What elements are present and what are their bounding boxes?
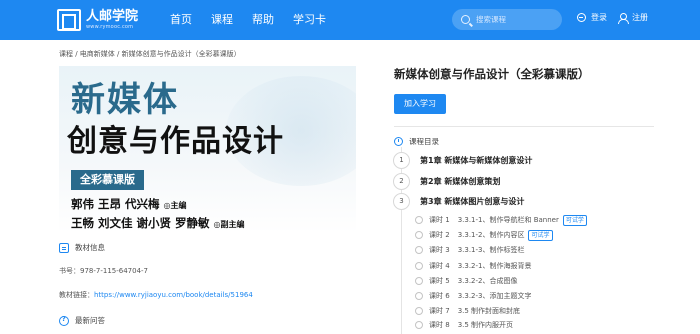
lesson-status-icon — [415, 307, 423, 315]
lesson-index: 课时 4 — [429, 262, 450, 270]
nav-help[interactable]: 帮助 — [252, 0, 274, 40]
lesson-item[interactable]: 课时 2 3.3.1-2、制作内容区 可试学 — [415, 228, 553, 242]
divider — [394, 126, 654, 127]
question-icon — [59, 315, 69, 326]
site-logo[interactable]: 人邮学院 www.rymooc.com — [57, 6, 138, 34]
chapter-item[interactable]: 2 第2章 新媒体创意策划 — [393, 172, 501, 190]
register-label: 注册 — [632, 13, 648, 22]
course-title: 新媒体创意与作品设计（全彩慕课版） — [394, 67, 590, 81]
chapter-title: 第2章 新媒体创意策划 — [420, 176, 501, 186]
catalog-icon — [394, 137, 403, 146]
lesson-item[interactable]: 课时 3 3.3.1-3、制作标签栏 — [415, 243, 524, 257]
lesson-name: 3.3.2-1、制作海报背景 — [457, 262, 532, 270]
lesson-item[interactable]: 课时 1 3.3.1-1、制作导航栏和 Banner 可试学 — [415, 213, 587, 227]
search-icon[interactable] — [461, 15, 470, 24]
nav-home[interactable]: 首页 — [170, 0, 192, 40]
associate-editor-role: ◎副主编 — [213, 220, 245, 229]
chapter-item[interactable]: 3 第3章 新媒体图片创意与设计 — [393, 192, 525, 210]
associate-editor-names: 王畅 刘文佳 谢小贤 罗静敏 — [71, 216, 210, 230]
search-placeholder: 搜索课程 — [476, 15, 506, 24]
book-link[interactable]: https://www.ryjiaoyu.com/book/details/51… — [94, 291, 253, 299]
book-icon — [59, 242, 69, 253]
join-course-button[interactable]: 加入学习 — [394, 94, 446, 114]
lesson-name: 3.3.1-2、制作内容区 — [457, 231, 525, 239]
lesson-item[interactable]: 课时 5 3.3.2-2、合成图像 — [415, 274, 517, 288]
user-icon — [618, 12, 629, 24]
chapter-title: 第1章 新媒体与新媒体创意设计 — [420, 155, 533, 165]
lesson-index: 课时 5 — [429, 277, 450, 285]
login-link[interactable]: 登录 — [577, 12, 607, 23]
logo-name: 人邮学院 — [86, 9, 139, 24]
lesson-status-icon — [415, 277, 423, 285]
nav-study-card[interactable]: 学习卡 — [293, 0, 326, 40]
book-info-label: 教材信息 — [75, 243, 105, 252]
book-link-label: 教材链接： — [59, 291, 94, 299]
isbn-text: 书号：978-7-115-64704-7 — [59, 267, 149, 275]
chapter-item[interactable]: 1 第1章 新媒体与新媒体创意设计 — [393, 151, 533, 169]
lesson-name: 3.5 制作封面和封底 — [457, 307, 521, 315]
lesson-index: 课时 1 — [429, 216, 450, 224]
editor-names: 郭伟 王昂 代兴梅 — [71, 197, 160, 211]
login-label: 登录 — [591, 13, 607, 22]
lesson-name: 3.3.1-3、制作标签栏 — [457, 246, 525, 254]
lesson-index: 课时 2 — [429, 231, 450, 239]
chapter-number: 2 — [393, 172, 410, 190]
cover-title-line2: 创意与作品设计 — [67, 124, 284, 159]
chapter-number: 3 — [393, 192, 410, 210]
lesson-index: 课时 8 — [429, 321, 450, 329]
lesson-item[interactable]: 课时 7 3.5 制作封面和封底 — [415, 304, 520, 318]
chapter-number: 1 — [393, 151, 410, 169]
logo-mark-icon — [57, 9, 81, 31]
lesson-item[interactable]: 课时 6 3.3.2-3、添加主题文字 — [415, 289, 531, 303]
lesson-status-icon — [415, 246, 423, 254]
lesson-status-icon — [415, 231, 423, 239]
lesson-index: 课时 3 — [429, 246, 450, 254]
book-cover: 新媒体 创意与作品设计 全彩慕课版 郭伟 王昂 代兴梅 ◎主编 王畅 刘文佳 谢小… — [59, 66, 356, 233]
cover-edition-badge: 全彩慕课版 — [71, 170, 144, 190]
login-icon — [577, 13, 586, 22]
register-link[interactable]: 注册 — [618, 12, 648, 24]
lesson-name: 3.3.2-3、添加主题文字 — [457, 292, 532, 300]
chapter-title: 第3章 新媒体图片创意与设计 — [420, 196, 525, 206]
top-navigation-bar: 人邮学院 www.rymooc.com 首页 课程 帮助 学习卡 搜索课程 登录… — [0, 0, 700, 40]
latest-qa-heading: 最新问答 — [59, 315, 105, 326]
lesson-item[interactable]: 课时 8 3.5 制作内服开页 — [415, 318, 513, 332]
cover-title-line1: 新媒体 — [71, 80, 179, 120]
breadcrumb[interactable]: 课程 / 电商新媒体 / 新媒体创意与作品设计（全彩慕课版） — [59, 49, 241, 59]
cover-editors: 郭伟 王昂 代兴梅 ◎主编 — [71, 196, 187, 212]
lesson-status-icon — [415, 216, 423, 224]
lesson-status-icon — [415, 321, 423, 329]
logo-url: www.rymooc.com — [86, 24, 134, 30]
lesson-item[interactable]: 课时 4 3.3.2-1、制作海报背景 — [415, 259, 531, 273]
latest-qa-label: 最新问答 — [75, 316, 105, 325]
trial-badge[interactable]: 可试学 — [528, 229, 553, 241]
cover-associate-editors: 王畅 刘文佳 谢小贤 罗静敏 ◎副主编 — [71, 215, 245, 231]
lesson-status-icon — [415, 292, 423, 300]
lesson-index: 课时 7 — [429, 307, 450, 315]
search-input[interactable]: 搜索课程 — [452, 9, 562, 30]
book-info-heading: 教材信息 — [59, 242, 105, 253]
lesson-name: 3.3.1-1、制作导航栏和 Banner — [457, 216, 559, 224]
lesson-index: 课时 6 — [429, 292, 450, 300]
main-nav: 首页 课程 帮助 学习卡 — [170, 0, 345, 40]
editor-role: ◎主编 — [163, 201, 187, 210]
book-link-row: 教材链接：https://www.ryjiaoyu.com/book/detai… — [59, 290, 253, 300]
nav-courses[interactable]: 课程 — [211, 0, 233, 40]
toc-label: 课程目录 — [409, 137, 439, 146]
trial-badge[interactable]: 可试学 — [562, 214, 587, 226]
lesson-name: 3.5 制作内服开页 — [457, 321, 514, 329]
toc-heading: 课程目录 — [394, 136, 439, 147]
lesson-status-icon — [415, 262, 423, 270]
lesson-name: 3.3.2-2、合成图像 — [457, 277, 518, 285]
